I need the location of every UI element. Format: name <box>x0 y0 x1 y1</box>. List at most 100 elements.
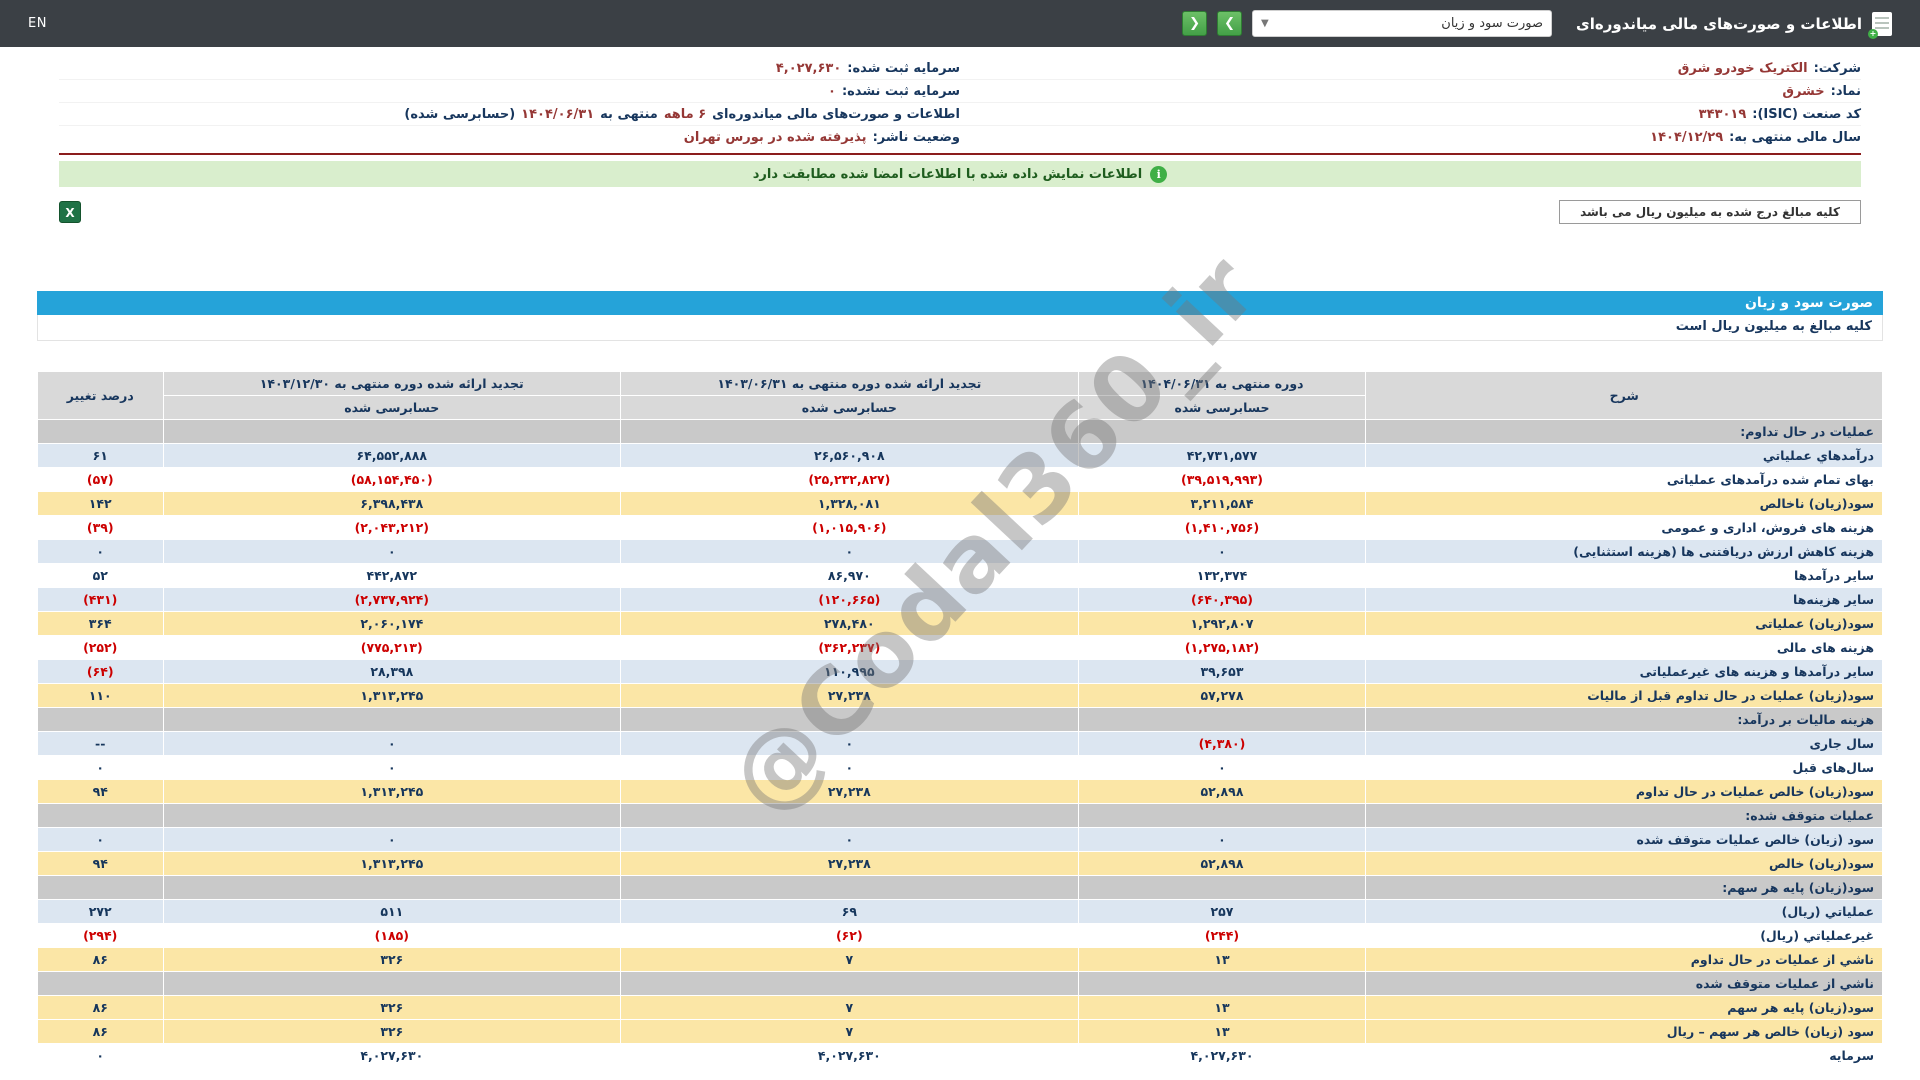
row-label: سایر درآمدها <box>1365 563 1883 588</box>
row-value: (۲,۰۴۳,۲۱۲) <box>162 515 622 540</box>
row-label: سال جاری <box>1365 731 1883 756</box>
row-value: -- <box>37 731 164 756</box>
banner-text: اطلاعات نمایش داده شده با اطلاعات امضا ش… <box>752 166 1143 182</box>
header-change-percent: درصد تغییر <box>37 371 164 420</box>
row-value: ۷ <box>620 947 1079 972</box>
row-label: سال‌های قبل <box>1365 755 1883 780</box>
row-label: هزینه های مالی <box>1365 635 1883 660</box>
header-audited-2: حسابرسی شده <box>620 395 1079 420</box>
table-row: سایر درآمدها ۱۳۲,۳۷۴ ۸۶,۹۷۰ ۴۴۲,۸۷۲ ۵۲ <box>37 563 1883 588</box>
table-row: سایر درآمدها و هزینه های غیرعملیاتی ۳۹,۶۵… <box>37 659 1883 684</box>
row-label: هزینه های فروش، اداری و عمومی <box>1365 515 1883 540</box>
row-value: ۲,۰۶۰,۱۷۴ <box>162 611 622 636</box>
row-value: ۱,۳۱۳,۲۴۵ <box>162 683 622 708</box>
page-title: اطلاعات و صورت‌های مالی میاندوره‌ای <box>1576 14 1862 33</box>
fiscal-year-pair: سال مالی منتهی به: ۱۴۰۴/۱۲/۲۹ <box>960 130 1861 145</box>
table-row: سود (زیان) خالص هر سهم – ریال ۱۳ ۷ ۳۲۶ ۸۶ <box>37 1019 1883 1044</box>
row-value: ۳۶۴ <box>37 611 164 636</box>
row-value: (۲۴۴) <box>1077 923 1367 948</box>
row-value: ۵۲,۸۹۸ <box>1077 851 1367 876</box>
table-row: ناشي از عملیات در حال تداوم ۱۳ ۷ ۳۲۶ ۸۶ <box>37 947 1883 972</box>
row-value: ۰ <box>1077 539 1367 564</box>
row-label: بهای تمام شده درآمدهای عملیاتی <box>1365 467 1883 492</box>
symbol-label: نماد: <box>1830 83 1861 99</box>
row-label: سایر هزینه‌ها <box>1365 587 1883 612</box>
row-value: ۰ <box>620 755 1079 780</box>
row-label: عملیات در حال تداوم: <box>1365 419 1883 444</box>
row-value <box>1077 707 1367 732</box>
row-value: ۶,۳۹۸,۴۳۸ <box>162 491 622 516</box>
row-label: درآمدهاي عملياتي <box>1365 443 1883 468</box>
row-value <box>620 707 1079 732</box>
row-label: سود(زیان) خالص عملیات در حال تداوم <box>1365 779 1883 804</box>
issuer-status-pair: وضعیت ناشر: پذیرفته شده در بورس تهران <box>59 130 960 145</box>
row-label: ناشي از عملیات در حال تداوم <box>1365 947 1883 972</box>
row-value: ۴۴۲,۸۷۲ <box>162 563 622 588</box>
income-table-body: عملیات در حال تداوم: درآمدهاي عملياتي ۴۲,۷… <box>37 419 1883 1068</box>
table-row: سود(زیان) ناخالص ۳,۲۱۱,۵۸۴ ۱,۳۲۸,۰۸۱ ۶,۳۹۸,… <box>37 491 1883 516</box>
row-value: (۲,۷۳۷,۹۲۴) <box>162 587 622 612</box>
row-value: ۳۹,۶۵۳ <box>1077 659 1367 684</box>
isic-value: ۳۴۳۰۱۹ <box>1698 106 1747 122</box>
table-row: هزینه کاهش ارزش دریافتنی ها (هزینه استثن… <box>37 539 1883 564</box>
row-value <box>37 707 164 732</box>
fiscal-year-value: ۱۴۰۴/۱۲/۲۹ <box>1650 130 1724 145</box>
row-value <box>162 803 622 828</box>
row-value: ۷ <box>620 1019 1079 1044</box>
statement-title: صورت سود و زیان <box>37 291 1883 315</box>
row-value: ۸۶ <box>37 995 164 1020</box>
period-info-label: اطلاعات و صورت‌های مالی میاندوره‌ای <box>712 106 960 122</box>
row-value: ۴,۰۲۷,۶۳۰ <box>162 1043 622 1068</box>
row-label: سود(زیان) عملیاتی <box>1365 611 1883 636</box>
statement-type-select[interactable]: صورت سود و زیان ▼ <box>1252 10 1553 37</box>
table-row: هزینه های مالی (۱,۲۷۵,۱۸۲) (۳۶۲,۲۳۷) (۷۷۵,۲… <box>37 635 1883 660</box>
row-value: ۵۲,۸۹۸ <box>1077 779 1367 804</box>
registered-capital-value: ۴,۰۲۷,۶۳۰ <box>775 60 842 76</box>
table-row: سود(زیان) عملیاتی ۱,۲۹۲,۸۰۷ ۲۷۸,۴۸۰ ۲,۰۶۰,۱… <box>37 611 1883 636</box>
row-label: هزینه مالیات بر درآمد: <box>1365 707 1883 732</box>
chevron-down-icon: ▼ <box>1261 18 1269 29</box>
prev-period-button[interactable]: ❮ <box>1182 11 1208 36</box>
row-value: ۳۲۶ <box>162 995 622 1020</box>
topbar: + اطلاعات و صورت‌های مالی میاندوره‌ای صو… <box>0 0 1920 47</box>
row-value: (۱,۴۱۰,۷۵۶) <box>1077 515 1367 540</box>
header-audited-3: حسابرسی شده <box>162 395 622 420</box>
row-value: (۱,۰۱۵,۹۰۶) <box>620 515 1079 540</box>
report-doc-icon[interactable]: + <box>1868 11 1892 39</box>
row-value: ۰ <box>1077 827 1367 852</box>
language-switch-en[interactable]: EN <box>28 16 47 31</box>
row-value <box>1077 803 1367 828</box>
unregistered-capital-pair: سرمایه ثبت نشده: ۰ <box>59 84 960 99</box>
row-value: (۶۴۰,۳۹۵) <box>1077 587 1367 612</box>
row-label: سود(زیان) ناخالص <box>1365 491 1883 516</box>
row-label: سایر درآمدها و هزینه های غیرعملیاتی <box>1365 659 1883 684</box>
table-row: غیرعملیاتي (ریال) (۲۴۴) (۶۲) (۱۸۵) (۲۹۴) <box>37 923 1883 948</box>
row-value <box>37 875 164 900</box>
excel-export-icon[interactable]: X <box>59 201 81 223</box>
row-value: (۴۳۱) <box>37 587 164 612</box>
row-value: ۰ <box>1077 755 1367 780</box>
row-value: ۵۷,۲۷۸ <box>1077 683 1367 708</box>
row-label: سرمایه <box>1365 1043 1883 1068</box>
amounts-unit-note: کلیه مبالغ درج شده به میلیون ریال می باش… <box>1559 200 1861 224</box>
row-value: (۱۲۰,۶۶۵) <box>620 587 1079 612</box>
row-value: ۴,۰۲۷,۶۳۰ <box>620 1043 1079 1068</box>
header-desc: شرح <box>1365 371 1883 420</box>
row-value: ۱,۳۱۳,۲۴۵ <box>162 851 622 876</box>
row-value <box>620 803 1079 828</box>
row-value: ۲۷۲ <box>37 899 164 924</box>
row-value <box>620 971 1079 996</box>
row-value: (۵۸,۱۵۴,۴۵۰) <box>162 467 622 492</box>
ending-label: منتهی به <box>600 106 658 122</box>
row-value: (۷۷۵,۲۱۳) <box>162 635 622 660</box>
row-value: ۲۸,۳۹۸ <box>162 659 622 684</box>
header-period-restated-mid: تجدید ارائه شده دوره منتهی به ۱۴۰۳/۰۶/۳۱ <box>620 371 1079 396</box>
row-value: ۱۳۲,۳۷۴ <box>1077 563 1367 588</box>
header-period-current: دوره منتهی به ۱۴۰۴/۰۶/۳۱ <box>1077 371 1367 396</box>
row-value: ۰ <box>620 539 1079 564</box>
row-value: ۲۷,۲۳۸ <box>620 683 1079 708</box>
next-period-button[interactable]: ❯ <box>1217 11 1243 36</box>
company-info-panel: شرکت: الکتریک خودرو شرق سرمایه ثبت شده: … <box>59 57 1861 155</box>
header-period-restated-annual: تجدید ارائه شده دوره منتهی به ۱۴۰۳/۱۲/۳۰ <box>162 371 622 396</box>
row-value: ۰ <box>37 1043 164 1068</box>
